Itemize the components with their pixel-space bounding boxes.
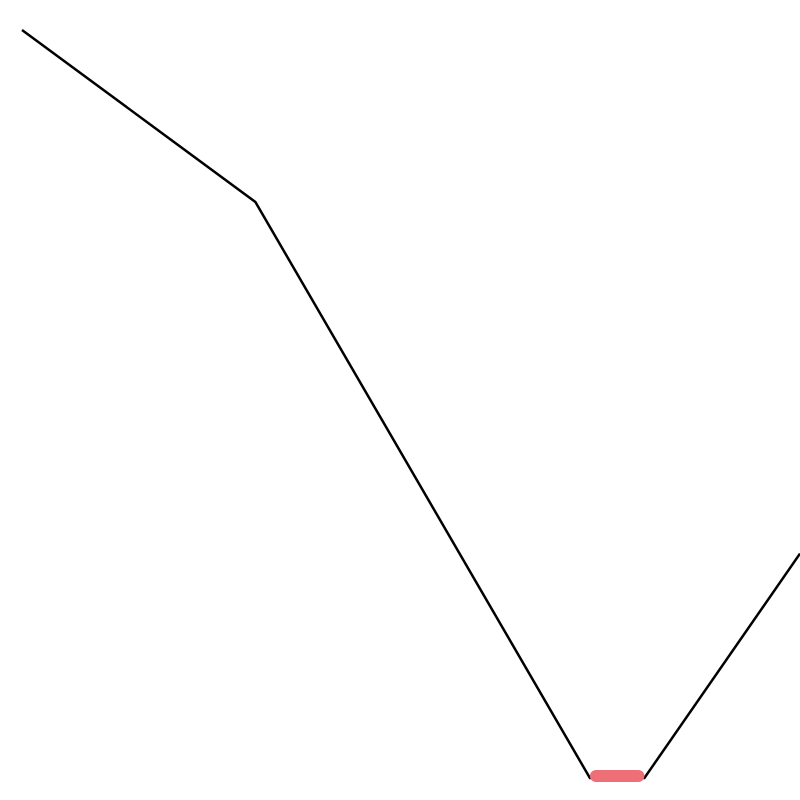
optimal-range-marker bbox=[590, 770, 644, 782]
bottleneck-curve bbox=[22, 30, 800, 778]
bottleneck-chart bbox=[0, 0, 800, 800]
chart-container bbox=[0, 0, 800, 800]
plot-area bbox=[0, 0, 800, 782]
